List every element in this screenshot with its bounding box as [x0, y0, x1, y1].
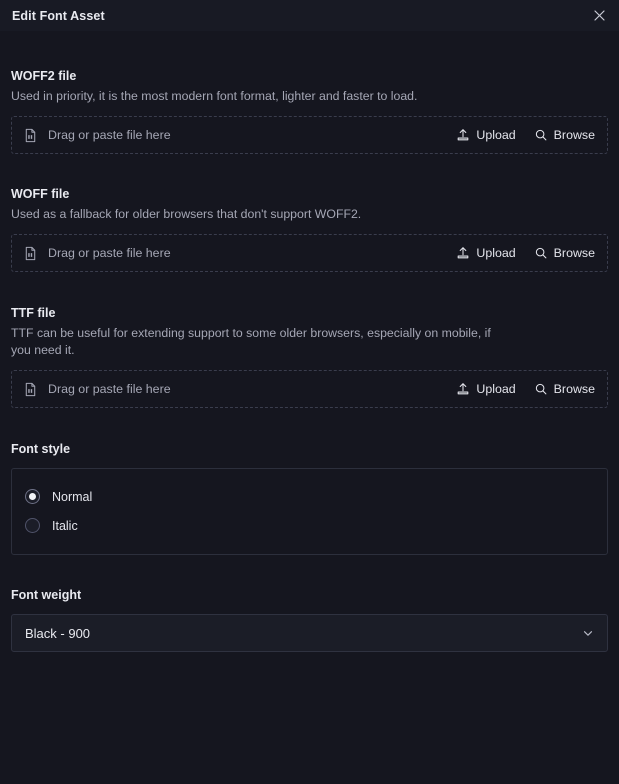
font-style-radio-group: Normal Italic: [11, 468, 608, 555]
section-ttf: TTF file TTF can be useful for extending…: [11, 305, 608, 408]
upload-icon: [458, 247, 469, 259]
font-weight-select[interactable]: Black - 900: [11, 614, 608, 652]
ttf-browse-button[interactable]: Browse: [534, 382, 595, 396]
font-style-option-normal[interactable]: Normal: [12, 482, 607, 511]
radio-normal-icon[interactable]: [25, 489, 40, 504]
close-icon: [593, 10, 605, 21]
ttf-upload-label: Upload: [476, 382, 516, 396]
woff2-dropzone[interactable]: Drag or paste file here Upload Browse: [11, 116, 608, 154]
section-woff: WOFF file Used as a fallback for older b…: [11, 186, 608, 272]
font-weight-value: Black - 900: [25, 625, 91, 641]
woff2-dropzone-actions: Upload Browse: [456, 128, 595, 142]
radio-italic-icon[interactable]: [25, 518, 40, 533]
font-style-italic-label: Italic: [52, 518, 78, 533]
woff2-browse-button[interactable]: Browse: [534, 128, 595, 142]
woff-dropzone-text: Drag or paste file here: [48, 246, 171, 260]
font-weight-label: Font weight: [11, 588, 82, 602]
file-icon: [25, 382, 36, 396]
search-icon: [535, 129, 547, 141]
dialog-title: Edit Font Asset: [12, 8, 105, 23]
close-button[interactable]: [589, 6, 609, 26]
woff-dropzone[interactable]: Drag or paste file here Upload Browse: [11, 234, 608, 272]
woff-dropzone-actions: Upload Browse: [456, 246, 595, 260]
dialog-header: Edit Font Asset: [0, 0, 619, 31]
font-style-option-italic[interactable]: Italic: [12, 511, 607, 540]
woff-dropzone-prompt: Drag or paste file here: [23, 246, 456, 261]
ttf-description: TTF can be useful for extending support …: [11, 326, 491, 357]
ttf-dropzone-text: Drag or paste file here: [48, 382, 171, 396]
dialog-body: WOFF2 file Used in priority, it is the m…: [0, 31, 619, 652]
woff2-description: Used in priority, it is the most modern …: [11, 89, 418, 103]
ttf-upload-button[interactable]: Upload: [456, 382, 516, 396]
search-icon: [535, 247, 547, 259]
woff2-label: WOFF2 file: [11, 69, 77, 83]
section-font-style: Font style Normal Italic: [11, 441, 608, 555]
woff2-browse-label: Browse: [553, 128, 595, 142]
ttf-label: TTF file: [11, 306, 56, 320]
ttf-dropzone-actions: Upload Browse: [456, 382, 595, 396]
upload-icon: [458, 383, 469, 395]
font-style-label: Font style: [11, 442, 71, 456]
woff2-dropzone-text: Drag or paste file here: [48, 128, 171, 142]
search-icon: [535, 383, 547, 395]
chevron-down-icon: [583, 631, 593, 636]
radio-dot: [29, 493, 36, 500]
woff-browse-button[interactable]: Browse: [534, 246, 595, 260]
file-icon: [25, 128, 36, 142]
ttf-browse-label: Browse: [553, 382, 595, 396]
file-icon: [25, 246, 36, 260]
woff-description: Used as a fallback for older browsers th…: [11, 207, 362, 221]
woff2-dropzone-prompt: Drag or paste file here: [23, 128, 456, 143]
woff2-upload-button[interactable]: Upload: [456, 128, 516, 142]
woff-label: WOFF file: [11, 187, 70, 201]
woff-upload-button[interactable]: Upload: [456, 246, 516, 260]
woff-browse-label: Browse: [553, 246, 595, 260]
ttf-dropzone-prompt: Drag or paste file here: [23, 382, 456, 397]
edit-font-asset-dialog: Edit Font Asset WOFF2 file Used in prior…: [0, 0, 619, 784]
upload-icon: [458, 129, 469, 141]
section-woff2: WOFF2 file Used in priority, it is the m…: [11, 68, 608, 154]
ttf-dropzone[interactable]: Drag or paste file here Upload Browse: [11, 370, 608, 408]
font-style-normal-label: Normal: [52, 489, 93, 504]
woff2-upload-label: Upload: [476, 128, 516, 142]
section-font-weight: Font weight Black - 900: [11, 587, 608, 652]
woff-upload-label: Upload: [476, 246, 516, 260]
